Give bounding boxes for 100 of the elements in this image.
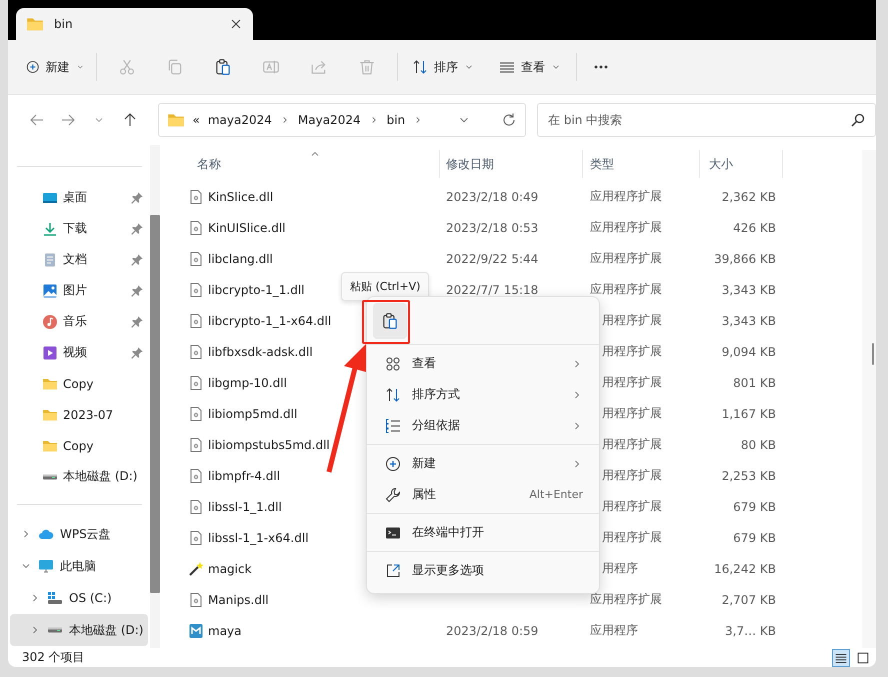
menu-item[interactable]: 查看 <box>371 348 595 379</box>
column-header[interactable]: 修改日期 <box>440 150 583 178</box>
view-button[interactable]: 查看 <box>490 49 570 85</box>
close-icon <box>229 17 243 31</box>
file-icon <box>188 282 204 298</box>
file-size: 39,866 KB <box>714 252 776 266</box>
file-type: 应用程序扩展 <box>590 219 662 236</box>
file-size: 1,167 KB <box>722 406 776 420</box>
address-bar[interactable]: « maya2024 Maya2024 bin <box>158 103 526 137</box>
sidebar-label: 2023-07 <box>63 408 114 422</box>
pin-icon <box>130 346 144 360</box>
breadcrumb: bin <box>386 113 406 127</box>
file-name: KinSlice.dll <box>208 190 274 204</box>
close-button[interactable] <box>229 17 243 31</box>
tree-item[interactable]: OS (C:) <box>10 582 148 614</box>
column-header[interactable]: 类型 <box>583 150 700 178</box>
file-type: 用程序扩展 <box>602 436 662 453</box>
file-type: 应用程序扩展 <box>590 250 662 267</box>
more-icon <box>593 65 609 69</box>
file-type: 应用程序扩展 <box>590 281 662 298</box>
file-size: 679 KB <box>733 530 776 544</box>
document-icon <box>42 252 58 268</box>
sort-button[interactable]: 排序 <box>404 49 482 85</box>
scrollbar-thumb[interactable] <box>872 343 874 365</box>
file-icon <box>188 406 204 422</box>
file-name: maya <box>208 624 242 638</box>
drive-icon <box>47 627 63 633</box>
clipboard-icon <box>381 312 399 330</box>
sidebar-label: 音乐 <box>63 313 88 330</box>
new-button[interactable]: 新建 <box>20 49 90 85</box>
file-icon <box>188 592 204 608</box>
sidebar-item[interactable]: Copy <box>8 430 144 461</box>
menu-label: 显示更多选项 <box>412 562 485 579</box>
sidebar-item[interactable]: 视频 <box>8 337 144 368</box>
search-icon <box>850 112 866 128</box>
file-name: libfbxsdk-adsk.dll <box>208 344 313 358</box>
file-size: 3,343 KB <box>722 282 776 296</box>
trash-icon <box>358 58 376 76</box>
file-type: 用程序扩展 <box>602 312 662 329</box>
file-type: 应用程序 <box>590 622 638 639</box>
file-type: 用程序扩展 <box>602 374 662 391</box>
sidebar-item[interactable]: 下载 <box>8 213 144 244</box>
share-icon <box>310 58 328 76</box>
sidebar-label: 文档 <box>63 251 88 268</box>
square-icon <box>856 650 870 664</box>
pin-icon <box>130 222 144 236</box>
sidebar-item[interactable]: Copy <box>8 368 144 399</box>
sidebar-item[interactable]: 2023-07 <box>8 399 144 430</box>
file-size: 16,242 KB <box>714 562 776 576</box>
file-size: 80 KB <box>740 438 776 452</box>
menu-item[interactable]: 排序方式 <box>371 379 595 410</box>
tree-item[interactable]: 本地磁盘 (D:) <box>10 614 148 646</box>
file-name: libiomp5md.dll <box>208 406 298 420</box>
sidebar-item[interactable]: 文档 <box>8 244 144 275</box>
sidebar-item[interactable]: 桌面 <box>8 182 144 213</box>
column-header[interactable]: 大小 <box>700 150 783 178</box>
menu-item[interactable]: 分组依据 <box>371 410 595 441</box>
sort-icon <box>412 59 428 75</box>
file-name: libclang.dll <box>208 252 273 266</box>
scissors-icon <box>118 58 136 76</box>
menu-item[interactable]: 显示更多选项 <box>371 555 595 586</box>
tree-item[interactable]: 此电脑 <box>10 550 148 582</box>
rename-icon <box>262 58 280 76</box>
window-tab[interactable]: bin <box>16 8 253 40</box>
file-icon <box>188 250 204 266</box>
item-count: 302 个项目 <box>22 649 86 666</box>
scrollbar-thumb[interactable] <box>150 215 160 593</box>
file-name: libcrypto-1_1-x64.dll <box>208 314 332 328</box>
column-header[interactable]: 名称 <box>170 150 440 178</box>
file-type: 应用程序扩展 <box>590 188 662 205</box>
file-size: 9,094 KB <box>722 344 776 358</box>
menu-item[interactable]: 属性 Alt+Enter <box>371 479 595 510</box>
file-icon <box>188 188 204 204</box>
tree-item[interactable]: WPS云盘 <box>10 518 148 550</box>
clipboard-icon <box>214 58 232 76</box>
sidebar-label: 下载 <box>63 220 88 237</box>
file-icon <box>188 530 204 546</box>
file-name: libssl-1_1.dll <box>208 500 282 514</box>
sort-icon <box>385 386 401 402</box>
tree-label: 此电脑 <box>60 558 96 574</box>
back-arrow-icon <box>29 112 46 128</box>
sidebar-label: Copy <box>63 376 94 390</box>
file-size: 426 KB <box>733 220 776 234</box>
menu-item[interactable]: 在终端中打开 <box>371 517 595 548</box>
file-icon <box>188 436 204 452</box>
details-view-button[interactable] <box>832 648 850 666</box>
menu-item[interactable]: 新建 <box>371 448 595 479</box>
copy-icon <box>166 58 184 76</box>
sidebar-label: 图片 <box>63 282 88 299</box>
file-name: libmpfr-4.dll <box>208 468 280 482</box>
modified-date: 2023/2/18 0:59 <box>446 624 538 638</box>
file-type: 应用程序扩展 <box>590 591 662 608</box>
sidebar-item[interactable]: 图片 <box>8 275 144 306</box>
wrench-icon <box>385 486 401 502</box>
sidebar-item[interactable]: 音乐 <box>8 306 144 337</box>
sidebar-label: 本地磁盘 (D:) <box>63 468 138 485</box>
file-icon <box>188 498 204 514</box>
search-field[interactable]: 在 bin 中搜索 <box>537 103 876 137</box>
sidebar-item[interactable]: 本地磁盘 (D:) <box>8 461 144 492</box>
paste-button[interactable] <box>373 303 407 339</box>
